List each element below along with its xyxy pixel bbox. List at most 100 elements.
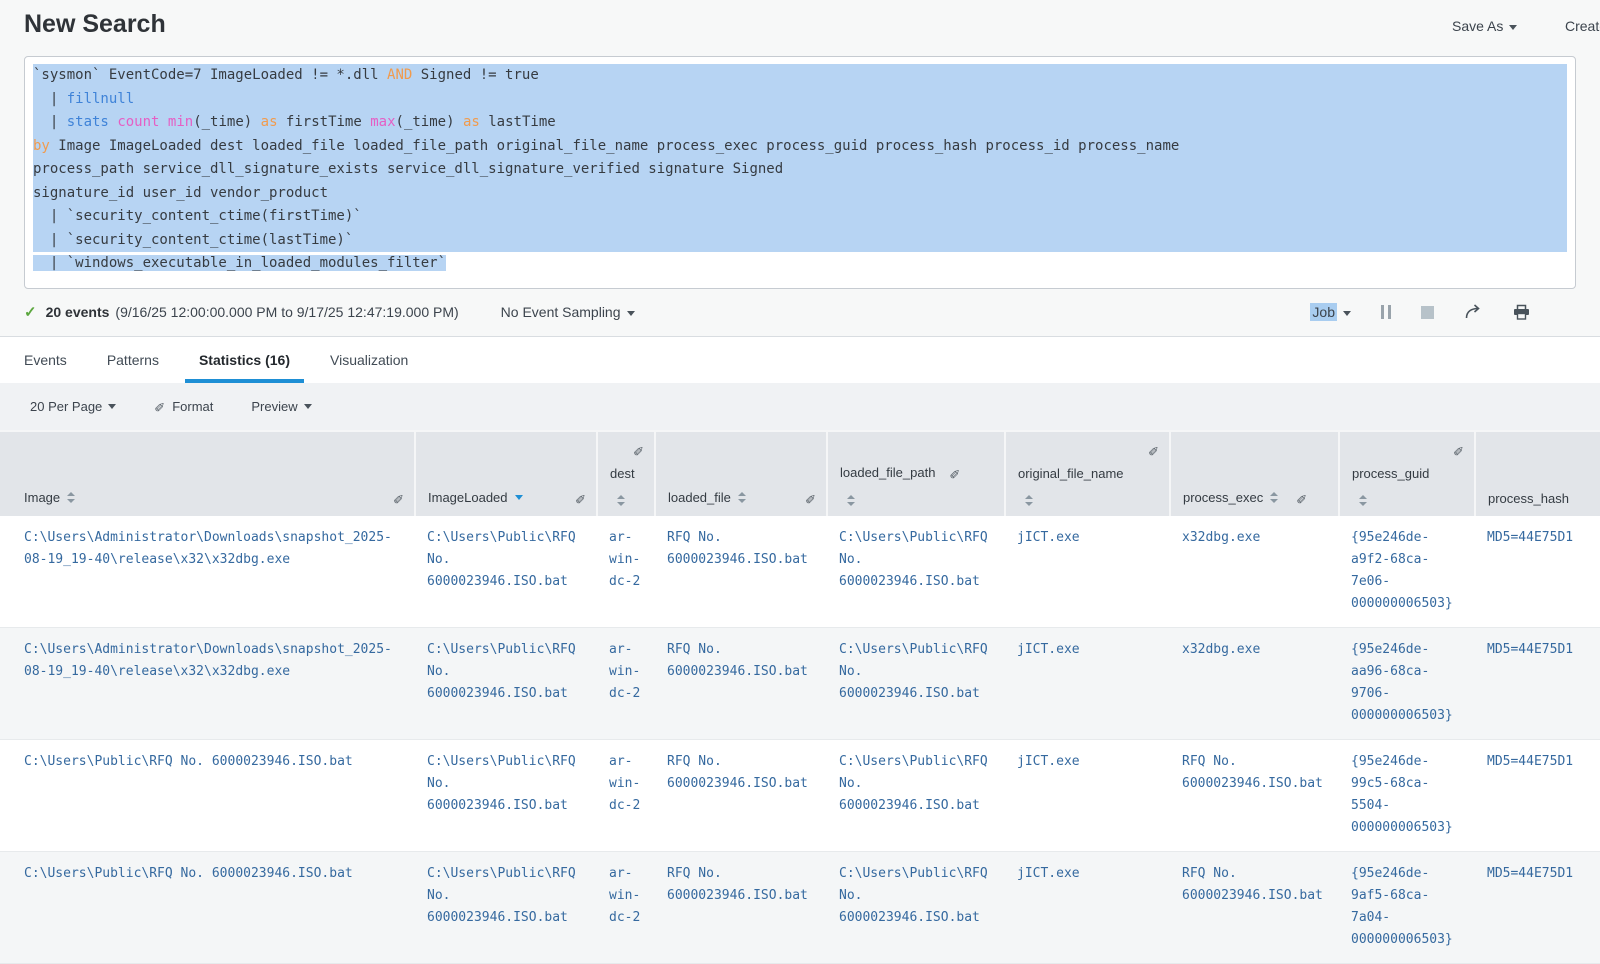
cell-process_hash[interactable]: MD5=44E75D1 xyxy=(1475,739,1600,851)
cell-original_file_name[interactable]: jICT.exe xyxy=(1005,851,1170,963)
chevron-down-icon xyxy=(108,404,116,409)
page-title: New Search xyxy=(24,10,166,39)
cell-process_exec[interactable]: RFQ No. 6000023946.ISO.bat xyxy=(1170,739,1339,851)
header-cell-loaded_file_path[interactable]: loaded_file_path ✎ xyxy=(827,431,1005,516)
cell-ImageLoaded[interactable]: C:\Users\Public\RFQ No. 6000023946.ISO.b… xyxy=(415,739,597,851)
save-as-button[interactable]: Save As xyxy=(1452,18,1517,34)
cell-dest[interactable]: ar-win-dc-2 xyxy=(597,627,655,739)
edit-column-icon[interactable]: ✎ xyxy=(575,490,586,506)
cell-process_guid[interactable]: {95e246de-9af5-68ca-7a04-000000006503} xyxy=(1339,851,1475,963)
sort-icon xyxy=(617,495,625,506)
format-button[interactable]: ✎Format xyxy=(154,398,213,414)
cell-loaded_file_path[interactable]: C:\Users\Public\RFQ No. 6000023946.ISO.b… xyxy=(827,739,1005,851)
table-row: C:\Users\Administrator\Downloads\snapsho… xyxy=(0,516,1600,628)
query-line: signature_id user_id vendor_product xyxy=(33,182,1567,206)
cell-Image[interactable]: C:\Users\Administrator\Downloads\snapsho… xyxy=(0,627,415,739)
column-label: original_file_name xyxy=(1018,466,1124,481)
cell-original_file_name[interactable]: jICT.exe xyxy=(1005,739,1170,851)
cell-process_exec[interactable]: x32dbg.exe xyxy=(1170,516,1339,628)
share-button[interactable] xyxy=(1464,304,1483,320)
results-toolbar: 20 Per Page ✎Format Preview xyxy=(0,383,1600,430)
header-cell-loaded_file[interactable]: loaded_file✎ xyxy=(655,431,827,516)
query-line: process_path service_dll_signature_exist… xyxy=(33,158,1567,182)
header-cell-dest[interactable]: ✎ dest xyxy=(597,431,655,516)
header-cell-Image[interactable]: Image✎ xyxy=(0,431,415,516)
cell-loaded_file[interactable]: RFQ No. 6000023946.ISO.bat xyxy=(655,516,827,628)
column-label: process_hash xyxy=(1488,491,1569,506)
query-line: | `security_content_ctime(firstTime)` xyxy=(33,205,1567,229)
check-icon: ✓ xyxy=(24,303,37,321)
cell-loaded_file_path[interactable]: C:\Users\Public\RFQ No. 6000023946.ISO.b… xyxy=(827,851,1005,963)
edit-column-icon[interactable]: ✎ xyxy=(1453,442,1464,458)
edit-column-icon[interactable]: ✎ xyxy=(633,442,644,458)
cell-original_file_name[interactable]: jICT.exe xyxy=(1005,627,1170,739)
query-line: | fillnull xyxy=(33,88,1567,112)
cell-ImageLoaded[interactable]: C:\Users\Public\RFQ No. 6000023946.ISO.b… xyxy=(415,627,597,739)
edit-column-icon[interactable]: ✎ xyxy=(949,465,960,481)
cell-dest[interactable]: ar-win-dc-2 xyxy=(597,516,655,628)
cell-original_file_name[interactable]: jICT.exe xyxy=(1005,516,1170,628)
header-cell-ImageLoaded[interactable]: ImageLoaded ✎ xyxy=(415,431,597,516)
sort-desc-icon xyxy=(515,495,523,500)
job-menu[interactable]: Job xyxy=(1310,304,1351,320)
print-button[interactable] xyxy=(1513,304,1530,320)
query-line: `sysmon` EventCode=7 ImageLoaded != *.dl… xyxy=(33,64,1567,88)
job-controls: Job xyxy=(1310,304,1576,320)
cell-process_exec[interactable]: RFQ No. 6000023946.ISO.bat xyxy=(1170,851,1339,963)
cell-Image[interactable]: C:\Users\Public\RFQ No. 6000023946.ISO.b… xyxy=(0,739,415,851)
cell-loaded_file[interactable]: RFQ No. 6000023946.ISO.bat xyxy=(655,627,827,739)
cell-process_guid[interactable]: {95e246de-a9f2-68ca-7e06-000000006503} xyxy=(1339,516,1475,628)
print-icon xyxy=(1513,304,1530,320)
tab-events[interactable]: Events xyxy=(24,337,67,383)
tab-visualization[interactable]: Visualization xyxy=(330,337,408,383)
tab-statistics[interactable]: Statistics (16) xyxy=(199,337,290,383)
cell-process_guid[interactable]: {95e246de-aa96-68ca-9706-000000006503} xyxy=(1339,627,1475,739)
create-table-view-button[interactable]: Create Table View xyxy=(1565,18,1600,34)
search-query-input[interactable]: `sysmon` EventCode=7 ImageLoaded != *.dl… xyxy=(24,56,1576,289)
query-line: | `security_content_ctime(lastTime)` xyxy=(33,229,1567,253)
column-label: ImageLoaded xyxy=(428,490,508,505)
cell-dest[interactable]: ar-win-dc-2 xyxy=(597,851,655,963)
cell-process_hash[interactable]: MD5=44E75D1 xyxy=(1475,627,1600,739)
header-cell-process_exec[interactable]: process_exec ✎ xyxy=(1170,431,1339,516)
edit-column-icon[interactable]: ✎ xyxy=(393,490,404,506)
pause-button[interactable] xyxy=(1381,305,1391,319)
cell-ImageLoaded[interactable]: C:\Users\Public\RFQ No. 6000023946.ISO.b… xyxy=(415,851,597,963)
cell-loaded_file_path[interactable]: C:\Users\Public\RFQ No. 6000023946.ISO.b… xyxy=(827,627,1005,739)
cell-process_exec[interactable]: x32dbg.exe xyxy=(1170,627,1339,739)
cell-ImageLoaded[interactable]: C:\Users\Public\RFQ No. 6000023946.ISO.b… xyxy=(415,516,597,628)
share-icon xyxy=(1464,304,1483,320)
column-label: dest xyxy=(610,466,635,481)
preview-dropdown[interactable]: Preview xyxy=(251,399,311,414)
title-bar: New Search Save As Create Table View xyxy=(0,0,1600,56)
header-cell-process_guid[interactable]: ✎ process_guid xyxy=(1339,431,1475,516)
cell-Image[interactable]: C:\Users\Administrator\Downloads\snapsho… xyxy=(0,516,415,628)
status-bar: ✓ 20 events (9/16/25 12:00:00.000 PM to … xyxy=(0,289,1600,337)
events-count: 20 events xyxy=(46,304,110,320)
sort-icon xyxy=(847,495,855,506)
tab-patterns[interactable]: Patterns xyxy=(107,337,159,383)
cell-Image[interactable]: C:\Users\Public\RFQ No. 6000023946.ISO.b… xyxy=(0,851,415,963)
header-cell-original_file_name[interactable]: ✎ original_file_name xyxy=(1005,431,1170,516)
cell-dest[interactable]: ar-win-dc-2 xyxy=(597,739,655,851)
cell-loaded_file[interactable]: RFQ No. 6000023946.ISO.bat xyxy=(655,851,827,963)
edit-column-icon[interactable]: ✎ xyxy=(805,490,816,506)
column-label: loaded_file_path xyxy=(840,465,935,480)
cell-process_hash[interactable]: MD5=44E75D1 xyxy=(1475,516,1600,628)
cell-loaded_file[interactable]: RFQ No. 6000023946.ISO.bat xyxy=(655,739,827,851)
sort-icon xyxy=(1359,495,1367,506)
cell-loaded_file_path[interactable]: C:\Users\Public\RFQ No. 6000023946.ISO.b… xyxy=(827,516,1005,628)
table-row: C:\Users\Administrator\Downloads\snapsho… xyxy=(0,627,1600,739)
edit-column-icon[interactable]: ✎ xyxy=(1148,442,1159,458)
cell-process_guid[interactable]: {95e246de-99c5-68ca-5504-000000006503} xyxy=(1339,739,1475,851)
stop-button[interactable] xyxy=(1421,306,1434,319)
cell-process_hash[interactable]: MD5=44E75D1 xyxy=(1475,851,1600,963)
query-line: | `windows_executable_in_loaded_modules_… xyxy=(33,252,1567,276)
query-line: by Image ImageLoaded dest loaded_file lo… xyxy=(33,135,1567,159)
per-page-dropdown[interactable]: 20 Per Page xyxy=(30,399,116,414)
edit-column-icon[interactable]: ✎ xyxy=(1296,490,1307,506)
header-cell-process_hash[interactable]: process_hash xyxy=(1475,431,1600,516)
column-label: process_guid xyxy=(1352,466,1429,481)
column-label: process_exec xyxy=(1183,490,1263,505)
event-sampling-dropdown[interactable]: No Event Sampling xyxy=(501,304,635,320)
